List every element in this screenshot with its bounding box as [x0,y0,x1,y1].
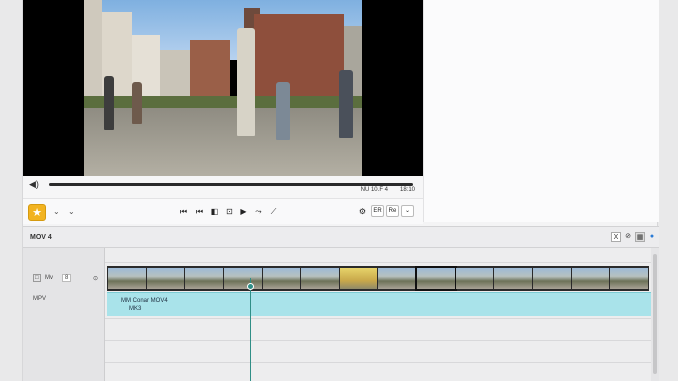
clip-thumbnail [494,268,533,289]
video-frame [84,0,362,176]
total-timecode: 18:10 [399,187,415,193]
track-headers: □ Mv 8 ⊙ MPV [23,248,105,381]
audio-track-label: MPV [33,296,47,302]
playhead-line[interactable] [250,278,251,381]
dropdown-1[interactable]: ⌄ [53,207,60,216]
view-dropdown-button[interactable]: ⌄ [401,205,414,217]
scrubber-bar: ◀) NU 10.F 4 18:10 [23,176,423,198]
snap-tool-icon[interactable]: ⊘ [623,232,633,242]
clip-thumbnail [378,268,417,289]
playhead-handle[interactable] [247,283,254,290]
favorite-star-button[interactable]: ★ [28,204,46,221]
clip-thumbnail [146,268,185,289]
clip-thumbnail [571,268,610,289]
grid-view-icon[interactable]: ▦ [635,232,645,242]
volume-icon[interactable]: ◀) [29,179,43,191]
clip-thumbnail [610,268,648,289]
video-track-toggle-icon[interactable]: ⊙ [93,275,98,282]
clip-thumbnail [533,268,571,289]
clip-thumbnail [185,268,223,289]
transport-controls: ★ ⌄ ⌄ ⏮ ⏮ ◧ ⊡ ▶ ⤳ ⟋ ⚙ ER Re ⌄ [23,198,423,224]
clip-thumbnail [455,268,494,289]
timeline-header: MOV 4 X ⊘ ▦ ● [23,226,659,248]
mark-in-button[interactable]: ◧ [209,206,220,217]
clip-thumbnail [108,268,146,289]
inspector-pane [423,0,659,222]
blade-tool-button[interactable]: ⟋ [268,206,279,217]
dropdown-2[interactable]: ⌄ [68,207,75,216]
prev-frame-button[interactable]: ⏮ [194,206,205,217]
next-edit-button[interactable]: ⤳ [253,206,264,217]
info-dot-icon[interactable]: ● [647,232,657,242]
timeline-scrollbar[interactable] [651,248,659,381]
settings-gear-icon[interactable]: ⚙ [357,206,368,217]
audio-clip-sub: MK3 [129,306,142,312]
audio-clip-name: MM Conar MOV4 [121,298,168,304]
mark-out-button[interactable]: ⊡ [224,206,235,217]
selected-clip-thumbnail [415,266,457,291]
video-track-tag[interactable]: 8 [62,274,72,282]
video-viewer[interactable] [23,0,423,176]
video-track-label: Mv [45,275,53,281]
editor-window: ◀) NU 10.F 4 18:10 ★ ⌄ ⌄ ⏮ ⏮ ◧ ⊡ ▶ ⤳ ⟋ ⚙… [22,0,659,381]
play-button[interactable]: ▶ [238,206,249,217]
clip-thumbnail [262,268,301,289]
current-timecode: NU 10.F 4 [360,187,388,193]
clip-thumbnail [301,268,339,289]
video-clip-filmstrip[interactable] [107,266,649,291]
video-track-lock-icon[interactable]: □ [33,274,41,282]
skip-start-button[interactable]: ⏮ [178,206,189,217]
timeline-tracks[interactable]: MM Conar MOV4 MK3 [105,248,651,381]
scrub-track[interactable] [49,183,413,186]
audio-clip[interactable]: MM Conar MOV4 MK3 [107,292,651,316]
view-er-button[interactable]: ER [371,205,384,217]
timeline-title: MOV 4 [30,234,52,241]
clip-thumbnail [339,268,378,289]
view-re-button[interactable]: Re [386,205,399,217]
clip-thumbnail [223,268,262,289]
close-tool-icon[interactable]: X [611,232,621,242]
